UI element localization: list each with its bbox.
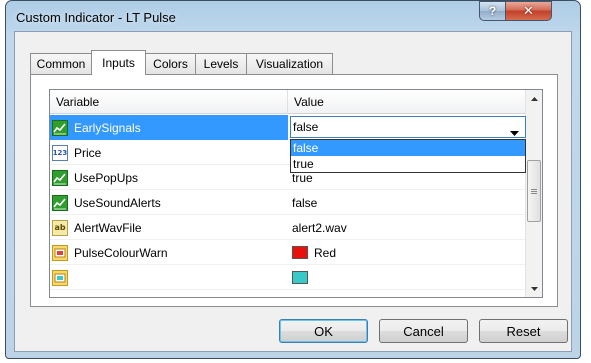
tab-label: Colors	[153, 57, 188, 71]
grip-icon	[531, 188, 537, 194]
dialog-window: Custom Indicator - LT Pulse ? ✕ Common I…	[5, 0, 581, 359]
value-cell[interactable]: alert2.wav	[288, 215, 526, 240]
variable-cell[interactable]: ab AlertWavFile	[50, 215, 288, 240]
bool-icon	[52, 169, 68, 186]
option-false[interactable]: false	[291, 140, 525, 156]
bool-icon	[52, 119, 68, 136]
close-button[interactable]: ✕	[505, 1, 552, 21]
color-swatch	[292, 246, 308, 259]
value-combobox[interactable]: false	[290, 116, 526, 138]
column-header-value[interactable]: Value	[288, 90, 526, 114]
variable-cell[interactable]: UseSoundAlerts	[50, 190, 288, 215]
tab-visualization[interactable]: Visualization	[246, 53, 333, 74]
table-row[interactable]: PulseColourWarn Red	[50, 240, 526, 265]
variable-cell[interactable]: 123 Price	[50, 140, 288, 165]
variable-name: AlertWavFile	[74, 220, 142, 235]
color-swatch	[292, 271, 308, 284]
combobox-value: false	[293, 120, 319, 134]
vertical-scrollbar[interactable]	[525, 90, 542, 297]
scrollbar-thumb[interactable]	[527, 160, 541, 222]
variable-name: UseSoundAlerts	[74, 195, 161, 210]
inputs-panel: Variable Value EarlySignals 123 Price Us…	[30, 74, 558, 307]
variable-name: PulseColourWarn	[74, 245, 168, 260]
grid-header: Variable Value	[50, 90, 526, 114]
tab-colors[interactable]: Colors	[145, 53, 196, 74]
table-row[interactable]: UseSoundAlerts false	[50, 190, 526, 215]
tab-inputs[interactable]: Inputs	[91, 50, 146, 75]
dropdown-arrow-icon[interactable]	[510, 125, 519, 139]
cancel-button[interactable]: Cancel	[379, 319, 468, 343]
variable-cell[interactable]: EarlySignals	[50, 115, 288, 140]
value-cell[interactable]: Red	[288, 240, 526, 265]
color-icon	[52, 244, 68, 261]
color-value: Red	[314, 245, 337, 260]
variable-name: Price	[74, 145, 102, 160]
variable-name: UsePopUps	[74, 170, 139, 185]
variable-cell[interactable]: PulseColourWarn	[50, 240, 288, 265]
title-bar[interactable]: Custom Indicator - LT Pulse ? ✕	[6, 1, 580, 31]
option-true[interactable]: true	[291, 156, 525, 172]
tab-label: Inputs	[102, 56, 135, 70]
variable-cell[interactable]	[50, 265, 288, 290]
tab-common[interactable]: Common	[30, 53, 92, 74]
tab-label: Common	[36, 57, 86, 71]
close-icon: ✕	[523, 3, 534, 18]
tab-levels[interactable]: Levels	[195, 53, 247, 74]
help-icon: ?	[488, 4, 497, 18]
scroll-down-arrow-icon[interactable]	[526, 280, 542, 297]
grid-rows: EarlySignals 123 Price UsePopUps true Us…	[50, 115, 526, 290]
scroll-up-arrow-icon[interactable]	[526, 90, 542, 107]
value-cell[interactable]	[288, 265, 526, 290]
dialog-client-area: Common Inputs Colors Levels Visualizatio…	[14, 31, 572, 352]
combobox-options-list: false true	[290, 139, 526, 173]
window-title: Custom Indicator - LT Pulse	[16, 10, 176, 25]
tab-label: Visualization	[255, 57, 324, 71]
inputs-grid: Variable Value EarlySignals 123 Price Us…	[49, 89, 543, 298]
table-row[interactable]: ab AlertWavFile alert2.wav	[50, 215, 526, 240]
variable-name: EarlySignals	[74, 120, 141, 135]
table-row[interactable]	[50, 265, 526, 290]
reset-button[interactable]: Reset	[479, 319, 568, 343]
ok-button[interactable]: OK	[279, 319, 368, 343]
number-icon: 123	[52, 144, 68, 161]
color-icon	[52, 269, 68, 286]
string-icon: ab	[52, 219, 68, 236]
variable-cell[interactable]: UsePopUps	[50, 165, 288, 190]
tab-label: Levels	[203, 57, 239, 71]
value-cell[interactable]: false	[288, 190, 526, 215]
help-button[interactable]: ?	[479, 1, 505, 21]
bool-icon	[52, 194, 68, 211]
column-header-variable[interactable]: Variable	[50, 90, 288, 114]
